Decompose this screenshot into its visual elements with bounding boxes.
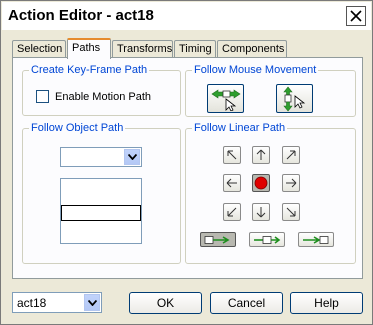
action-editor-dialog: Action Editor - act18 Selection Paths Tr… bbox=[0, 0, 373, 325]
list-item[interactable] bbox=[61, 179, 141, 195]
linear-mode-3-button[interactable] bbox=[298, 232, 334, 247]
move-right-from-box-icon bbox=[204, 235, 230, 244]
tab-paths[interactable]: Paths bbox=[67, 38, 111, 59]
mouse-movement-group: Follow Mouse Movement bbox=[185, 64, 356, 117]
tab-selection[interactable]: Selection bbox=[12, 40, 66, 58]
stop-circle-icon bbox=[254, 176, 268, 190]
move-right-into-box-icon bbox=[303, 235, 329, 244]
keyframe-group-title: Create Key-Frame Path bbox=[29, 64, 150, 76]
object-select-arrow[interactable] bbox=[84, 294, 100, 311]
mouse-group-title: Follow Mouse Movement bbox=[192, 64, 319, 76]
arrow-down-left-icon bbox=[227, 207, 237, 217]
help-button[interactable]: Help bbox=[290, 292, 363, 314]
direction-down-button[interactable] bbox=[252, 203, 270, 221]
linear-mode-2-button[interactable] bbox=[249, 232, 285, 247]
arrow-up-icon bbox=[256, 149, 266, 160]
record-mouse-vertical-button[interactable] bbox=[276, 84, 313, 113]
arrow-down-icon bbox=[256, 207, 266, 218]
title-bar: Action Editor - act18 bbox=[2, 2, 371, 30]
window-title: Action Editor - act18 bbox=[8, 7, 154, 24]
chevron-down-icon bbox=[127, 154, 137, 160]
arrow-left-icon bbox=[226, 178, 237, 188]
enable-motion-path-row[interactable]: Enable Motion Path bbox=[36, 90, 151, 103]
list-item-focused[interactable] bbox=[61, 205, 141, 221]
cancel-button[interactable]: Cancel bbox=[210, 292, 283, 314]
object-path-combo[interactable] bbox=[60, 147, 142, 167]
chevron-down-icon bbox=[87, 299, 97, 306]
direction-down-left-button[interactable] bbox=[223, 203, 241, 221]
object-path-combo-arrow[interactable] bbox=[124, 149, 140, 165]
arrow-down-right-icon bbox=[286, 207, 296, 217]
list-item[interactable] bbox=[61, 225, 141, 241]
direction-up-right-button[interactable] bbox=[282, 146, 300, 164]
direction-right-button[interactable] bbox=[282, 174, 300, 192]
enable-motion-path-label: Enable Motion Path bbox=[55, 90, 152, 103]
direction-left-button[interactable] bbox=[223, 174, 241, 192]
stop-button[interactable] bbox=[252, 174, 270, 192]
move-through-box-icon bbox=[254, 235, 281, 244]
arrow-right-icon bbox=[286, 178, 297, 188]
paths-panel: Create Key-Frame Path Enable Motion Path… bbox=[12, 57, 363, 279]
keyframe-path-group: Create Key-Frame Path Enable Motion Path bbox=[22, 64, 181, 116]
object-path-group: Follow Object Path bbox=[22, 122, 181, 264]
ok-button[interactable]: OK bbox=[129, 292, 202, 314]
close-icon bbox=[350, 10, 362, 22]
direction-down-right-button[interactable] bbox=[282, 203, 300, 221]
mouse-vertical-path-icon bbox=[282, 86, 305, 111]
object-select-value: act18 bbox=[17, 296, 47, 310]
linear-group-title: Follow Linear Path bbox=[192, 122, 288, 134]
mouse-horizontal-path-icon bbox=[210, 88, 241, 111]
object-select-combo[interactable]: act18 bbox=[12, 292, 102, 313]
direction-up-button[interactable] bbox=[252, 146, 270, 164]
tab-components[interactable]: Components bbox=[217, 40, 287, 58]
arrow-up-left-icon bbox=[227, 150, 237, 160]
object-path-list[interactable] bbox=[60, 178, 142, 244]
linear-mode-1-button[interactable] bbox=[200, 232, 236, 247]
linear-path-group: Follow Linear Path bbox=[185, 122, 356, 264]
object-group-title: Follow Object Path bbox=[29, 122, 126, 134]
arrow-up-right-icon bbox=[286, 150, 296, 160]
record-mouse-path-button[interactable] bbox=[207, 84, 244, 113]
enable-motion-path-checkbox[interactable] bbox=[36, 90, 49, 103]
tab-transforms[interactable]: Transforms bbox=[112, 40, 173, 58]
tab-timing[interactable]: Timing bbox=[174, 40, 216, 58]
direction-up-left-button[interactable] bbox=[223, 146, 241, 164]
close-button[interactable] bbox=[346, 6, 366, 26]
